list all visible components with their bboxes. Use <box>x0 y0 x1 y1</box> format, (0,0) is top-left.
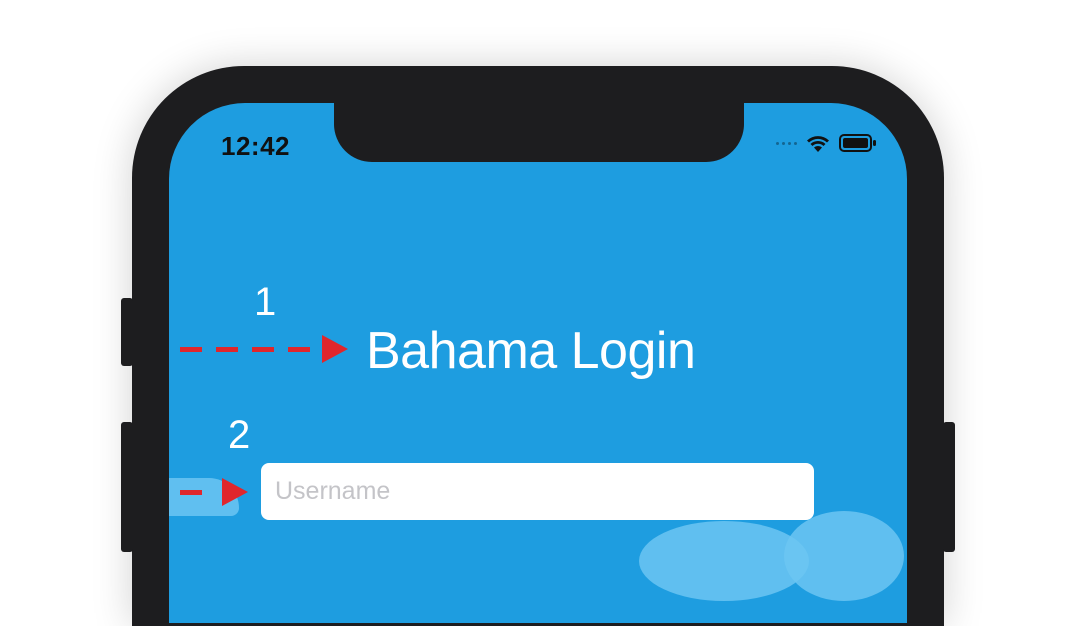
volume-button <box>121 422 133 552</box>
login-title: Bahama Login <box>366 322 696 380</box>
wifi-icon <box>807 136 829 152</box>
status-indicators <box>776 133 877 153</box>
app-screen: 12:42 Bahama Login <box>169 103 907 623</box>
annotation-arrowhead-2 <box>222 478 248 506</box>
status-time: 12:42 <box>221 131 290 161</box>
annotation-arrowhead-1 <box>322 335 348 363</box>
battery-icon <box>839 134 876 152</box>
annotation-arrow-2 <box>180 490 216 495</box>
annotation-arrow-1 <box>180 347 318 352</box>
signal-dots-icon <box>776 141 797 145</box>
annotation-number-2: 2 <box>228 413 251 457</box>
username-field[interactable] <box>261 463 814 520</box>
annotation-number-1: 1 <box>254 280 277 324</box>
cloud-decoration <box>784 511 904 601</box>
notch <box>334 103 744 162</box>
power-button <box>943 422 955 552</box>
silent-switch <box>121 298 133 366</box>
